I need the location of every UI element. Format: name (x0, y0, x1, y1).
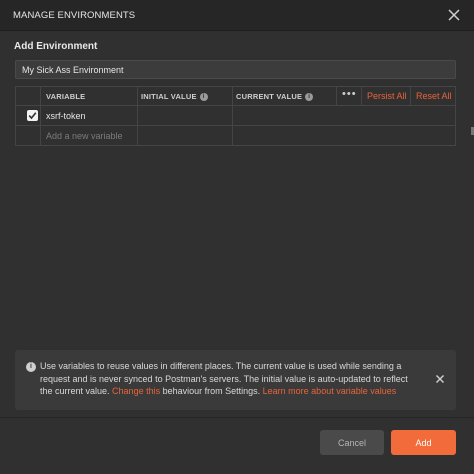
table-divider (410, 87, 411, 106)
learn-more-link[interactable]: Learn more about variable values (263, 386, 397, 396)
info-banner-text: Use variables to reuse values in differe… (40, 360, 420, 398)
info-icon: i (26, 362, 36, 372)
modal-titlebar: MANAGE ENVIRONMENTS (0, 0, 474, 31)
variables-table: VARIABLE INITIAL VALUE i CURRENT VALUE i •… (15, 86, 456, 146)
environment-name-input[interactable] (15, 60, 456, 79)
modal-title: MANAGE ENVIRONMENTS (13, 10, 136, 21)
info-icon[interactable]: i (199, 93, 208, 102)
change-settings-link[interactable]: Change this (112, 386, 160, 396)
banner-text-part2: behaviour from Settings. (160, 386, 263, 396)
variable-name-cell[interactable]: xsrf-token (46, 111, 86, 121)
table-divider (361, 87, 362, 106)
column-header-initial-value: INITIAL VALUE i (141, 92, 208, 102)
table-divider (336, 87, 337, 106)
add-button[interactable]: Add (391, 430, 456, 455)
manage-environments-modal: MANAGE ENVIRONMENTS Add Environment VARI… (0, 0, 474, 474)
close-icon[interactable] (446, 7, 462, 23)
info-icon[interactable]: i (305, 93, 314, 102)
table-header-row: VARIABLE INITIAL VALUE i CURRENT VALUE i •… (16, 87, 455, 106)
checkbox-checked-icon[interactable] (27, 110, 38, 121)
table-row-new: Add a new variable (16, 126, 455, 145)
column-header-current-value: CURRENT VALUE i (236, 92, 314, 102)
section-label: Add Environment (14, 41, 98, 52)
footer-divider (0, 417, 474, 418)
close-icon[interactable] (434, 373, 446, 385)
info-banner: i Use variables to reuse values in diffe… (15, 350, 456, 410)
table-row: xsrf-token (16, 106, 455, 126)
column-header-variable: VARIABLE (46, 92, 86, 101)
reset-all-button[interactable]: Reset All (416, 91, 452, 101)
persist-all-button[interactable]: Persist All (367, 91, 407, 101)
more-options-icon[interactable]: ••• (342, 88, 357, 100)
cancel-button[interactable]: Cancel (320, 430, 384, 455)
column-header-current-value-label: CURRENT VALUE (236, 92, 303, 101)
new-variable-input[interactable]: Add a new variable (46, 131, 123, 141)
column-header-initial-value-label: INITIAL VALUE (141, 92, 197, 101)
